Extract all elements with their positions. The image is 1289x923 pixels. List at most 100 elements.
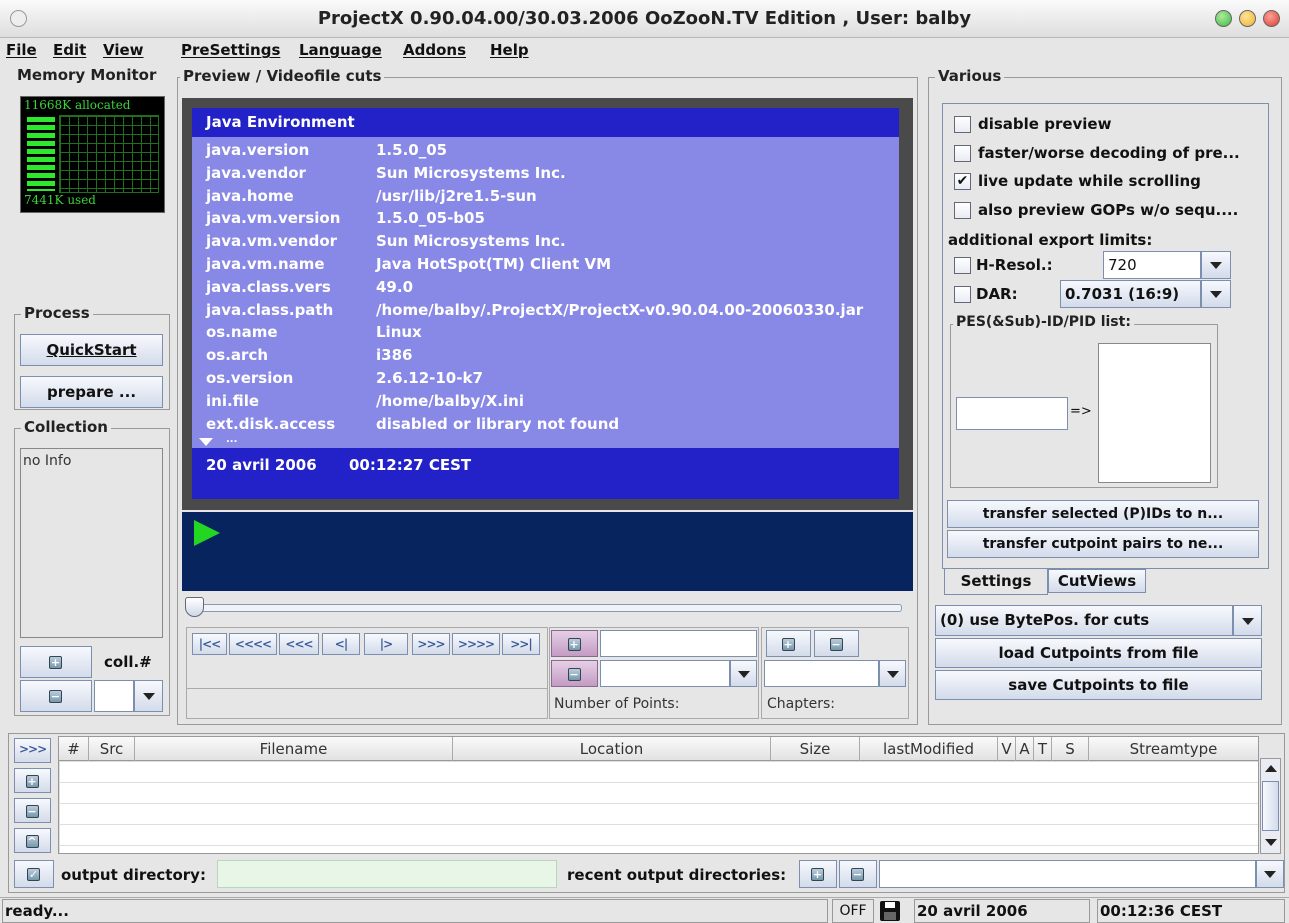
timeline-slider-track[interactable] [186,604,902,612]
menu-view[interactable]: View [103,41,144,59]
recent-output-dropdown-arrow[interactable] [1256,860,1284,888]
recent-output-select[interactable] [879,860,1256,888]
add-point-button[interactable]: + [551,630,598,657]
col-index[interactable]: # [59,737,89,761]
various-title: Various [935,67,1005,85]
live-update-checkbox[interactable]: ✔ [954,173,971,190]
pes-id-list[interactable] [1098,343,1211,483]
transfer-cutpoints-button[interactable]: transfer cutpoint pairs to ne... [947,530,1259,558]
output-dir-toggle-button[interactable]: ✓ [14,860,54,888]
dar-checkbox[interactable] [954,286,971,303]
play-icon[interactable] [194,520,220,546]
dar-dropdown-arrow[interactable] [1201,280,1231,308]
points-dropdown-arrow[interactable] [730,660,757,687]
dar-select[interactable]: 0.7031 (16:9) [1060,280,1201,308]
transfer-pids-button[interactable]: transfer selected (P)IDs to n... [947,500,1259,528]
collection-list[interactable]: no Info [20,448,163,638]
menu-help[interactable]: Help [490,41,529,59]
timeline-slider-thumb[interactable] [185,597,204,617]
coll-number-select[interactable] [94,680,134,712]
table-move-up-button[interactable]: ^ [14,828,51,853]
table-scrollbar[interactable] [1260,758,1281,854]
nav-last-button[interactable]: >>| [502,633,540,655]
menu-file[interactable]: File [6,41,37,59]
up-arrow-icon: ^ [25,834,39,848]
hresol-select[interactable]: 720 [1103,251,1201,279]
collection-remove-button[interactable]: − [20,680,92,712]
nav-prev-frame-button[interactable]: <| [322,633,360,655]
collection-add-button[interactable]: + [20,646,92,678]
maximize-icon[interactable] [1215,10,1232,27]
menu-addons[interactable]: Addons [403,41,466,59]
scroll-down-icon[interactable] [1265,839,1277,846]
minus-icon: − [829,637,843,651]
nav-back-fast-button[interactable]: <<<< [229,633,277,655]
output-directory-input[interactable] [217,860,557,888]
close-icon[interactable] [1263,10,1280,27]
java-env-value: Sun Microsystems Inc. [376,232,566,251]
table-add-button[interactable]: + [14,768,51,793]
nav-forward-button[interactable]: >>> [412,633,450,655]
file-table-header: # Src Filename Location Size lastModifie… [59,737,1258,761]
remove-chapter-button[interactable]: − [814,630,859,657]
pes-id-input[interactable] [956,397,1068,430]
col-lastmodified[interactable]: lastModified [860,737,998,761]
hresol-dropdown-arrow[interactable] [1201,251,1231,279]
nav-first-button[interactable]: |<< [192,633,227,655]
minimize-icon[interactable] [1239,10,1256,27]
nav-divider [187,688,547,689]
coll-number-dropdown-arrow[interactable] [134,680,163,712]
col-a[interactable]: A [1016,737,1034,761]
col-location[interactable]: Location [453,737,771,761]
minus-icon: − [567,667,581,681]
hresol-checkbox[interactable] [954,257,971,274]
table-action-button[interactable]: >>> [14,738,51,763]
menu-language[interactable]: Language [299,41,382,59]
point-input[interactable] [600,630,757,657]
col-filename[interactable]: Filename [135,737,453,761]
points-select[interactable] [600,660,730,687]
memory-allocated: 11668K allocated [24,98,131,112]
plus-icon: + [567,637,581,651]
scroll-thumb[interactable] [1262,781,1279,831]
tab-settings[interactable]: Settings [944,569,1048,595]
scroll-up-icon[interactable] [1265,765,1277,772]
java-env-key: java.vm.name [206,255,325,273]
chapters-select[interactable] [764,660,879,687]
file-table[interactable]: # Src Filename Location Size lastModifie… [58,736,1259,854]
java-env-value: /home/balby/.ProjectX/ProjectX-v0.90.04.… [376,300,864,319]
chapters-dropdown-arrow[interactable] [879,660,906,687]
col-size[interactable]: Size [771,737,860,761]
nav-forward-fast-button[interactable]: >>>> [452,633,500,655]
load-cutpoints-button[interactable]: load Cutpoints from file [935,638,1262,668]
recent-remove-button[interactable]: − [839,860,877,888]
prepare-button[interactable]: prepare ... [20,376,163,408]
col-src[interactable]: Src [89,737,135,761]
recent-add-button[interactable]: + [799,860,837,888]
preview-screen: Java Environment java.version 1.5.0_05 jav… [192,108,899,499]
memory-monitor-title: Memory Monitor [14,66,160,84]
nav-back-button[interactable]: <<< [279,633,319,655]
nav-next-frame-button[interactable]: |> [364,633,408,655]
table-remove-button[interactable]: − [14,798,51,823]
faster-decoding-checkbox[interactable] [954,145,971,162]
tab-cutviews[interactable]: CutViews [1048,569,1146,593]
remove-point-button[interactable]: − [551,660,598,687]
java-env-key: os.name [206,323,278,342]
number-of-points-label: Number of Points: [554,696,680,712]
cut-mode-dropdown-arrow[interactable] [1233,605,1262,636]
col-streamtype[interactable]: Streamtype [1089,737,1258,761]
disable-preview-checkbox[interactable] [954,116,971,133]
col-t[interactable]: T [1034,737,1052,761]
menu-presettings[interactable]: PreSettings [181,41,280,59]
cut-mode-select[interactable]: (0) use BytePos. for cuts [935,605,1233,636]
col-s[interactable]: S [1052,737,1089,761]
memory-grid [59,115,159,193]
checkmark-icon: ✓ [27,868,40,881]
save-cutpoints-button[interactable]: save Cutpoints to file [935,670,1262,700]
col-v[interactable]: V [998,737,1016,761]
add-chapter-button[interactable]: + [766,630,811,657]
quickstart-button[interactable]: QuickStart [20,334,163,366]
preview-gops-checkbox[interactable] [954,202,971,219]
menu-edit[interactable]: Edit [53,41,86,59]
